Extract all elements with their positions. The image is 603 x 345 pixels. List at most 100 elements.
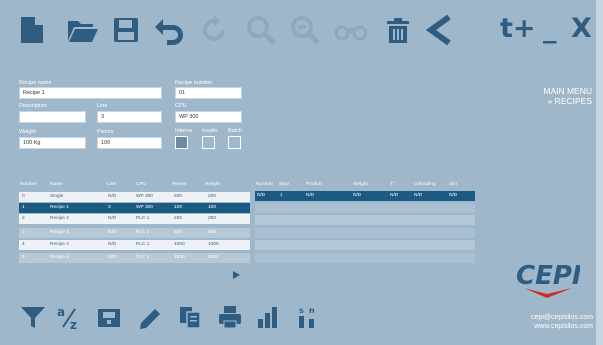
sort-az-button[interactable]: a z [54,302,84,332]
filter-button[interactable] [18,302,48,332]
find-button[interactable] [331,10,371,50]
binoculars-icon [334,25,368,41]
zoom-in-button[interactable] [241,10,281,50]
cell-number: 5 [22,255,25,260]
recipe-number-field[interactable]: 01 [175,87,242,99]
pieces-field[interactable]: 100 [97,137,162,149]
refresh-button[interactable] [194,10,234,50]
table-row[interactable]: 2 Recipe 2 N/D PLC 1 250 250 [19,214,250,224]
cell-line: N/D [108,194,117,199]
empty-step-row[interactable] [255,253,475,263]
interna-label: Interna [175,128,193,134]
line-field[interactable]: 3 [97,111,162,123]
interna-checkbox[interactable] [175,136,188,149]
cell-name: Recipe 5 [50,255,69,260]
export-icon [98,309,120,327]
empty-step-row[interactable] [255,240,475,250]
close-button[interactable]: X [571,14,592,44]
cepi-logo: CEPI [516,261,580,298]
edit-button[interactable] [136,302,166,332]
cell-number: 3 [22,230,25,235]
inssilo-checkbox[interactable] [202,136,215,149]
empty-step-row[interactable] [255,228,475,238]
contact-info: cepi@cepisilos.com www.cepisilos.com [531,313,593,331]
cell-line: N/D [108,242,117,247]
col-header-line: Line [107,182,117,187]
top-toolbar: t+ _ X [0,0,596,64]
cell-weight: 1000 [208,242,219,247]
recipe-number-label: Recipe number [175,80,213,86]
table-row-selected[interactable]: 1 Recipe 1 3 WP 300 100 100 [19,203,250,213]
menu-title-sub: » RECIPES [547,96,592,106]
cell-weight: 500 [208,230,217,235]
cell-pieces: 1500 [174,255,185,260]
save-button[interactable] [106,10,146,50]
recipe-name-label: Recipe name [19,80,52,86]
export-button[interactable] [94,302,124,332]
cell-weight: 100 [208,205,217,210]
cell-line: N/D [108,230,117,235]
cell-name: Recipe 3 [50,230,69,235]
cell-pieces: 1000 [174,242,185,247]
statistics-button[interactable] [253,302,283,332]
cell-weight: 250 [208,216,217,221]
table-row[interactable]: 0 Single N/D WP 300 200 200 [19,192,250,202]
description-label: Description [19,103,47,109]
empty-step-row[interactable] [255,215,475,225]
undo-button[interactable] [150,10,190,50]
cell-cpu: WP 300 [136,194,153,199]
table-row[interactable]: 5 Recipe 5 N/D PLC 1 1500 1500 [19,253,250,263]
delete-icon [387,18,409,43]
col-header-number: Number [20,182,38,187]
step-row-selected[interactable]: N/D 1 N/D N/D N/D N/D N/D [255,191,475,201]
minimize-button[interactable]: _ [543,14,557,44]
delete-button[interactable] [378,10,418,50]
description-field[interactable] [19,111,86,123]
copy-button[interactable] [175,302,205,332]
cell-cpu: PLC 1 [136,255,150,260]
pieces-label: Pieces [97,129,114,135]
cell-number: 1 [22,205,25,210]
contact-email[interactable]: cepi@cepisilos.com [531,313,593,322]
text-size-button[interactable]: t+ [500,14,536,44]
edit-icon [140,309,160,329]
cell-name: Recipe 2 [50,216,69,221]
weight-field[interactable]: 100 Kg [19,137,86,149]
cell-name: Single [50,194,64,199]
next-page-arrow-icon[interactable] [233,271,240,279]
batch-label: Batch [228,128,243,134]
cell-cpu: WP 300 [136,205,153,210]
batch-checkbox[interactable] [228,136,241,149]
step-col-temp: T° [390,182,395,187]
cell-number: 2 [22,216,25,221]
col-header-cpu: CPU [136,182,147,187]
cell-name: Recipe 4 [50,242,69,247]
new-file-icon [21,17,43,43]
back-icon [425,14,451,46]
cell-pieces: 100 [174,205,183,210]
new-file-button[interactable] [12,10,52,50]
table-row[interactable]: 3 Recipe 3 N/D PLC 1 500 500 [19,228,250,238]
recipe-name-field[interactable]: Recipe 1 [19,87,162,99]
table-row[interactable]: 4 Recipe 4 N/D PLC 1 1000 1000 [19,240,250,250]
cell-weight: 1500 [208,255,219,260]
print-button[interactable] [215,302,245,332]
menu-title: MAIN MENU » RECIPES [543,86,592,106]
step-col-number: Number [256,182,274,187]
cell-number: 0 [22,194,25,199]
cpu-field[interactable]: WP 300 [175,111,242,123]
sort-numeric-button[interactable]: s n [293,302,323,332]
cell-number: 4 [22,242,25,247]
zoom-out-button[interactable] [285,10,325,50]
cell-silo: N/D [449,193,458,198]
sort-az-icon: a z [57,305,77,331]
back-button[interactable] [420,10,460,50]
cell-pieces: 200 [174,194,183,199]
empty-step-row[interactable] [255,203,475,213]
contact-website[interactable]: www.cepisilos.com [531,322,593,331]
sort-numeric-icon: s n [299,306,315,328]
cell-temp: N/D [390,193,399,198]
weight-label: Weight [19,129,37,135]
open-button[interactable] [62,10,102,50]
copy-icon [180,307,201,329]
